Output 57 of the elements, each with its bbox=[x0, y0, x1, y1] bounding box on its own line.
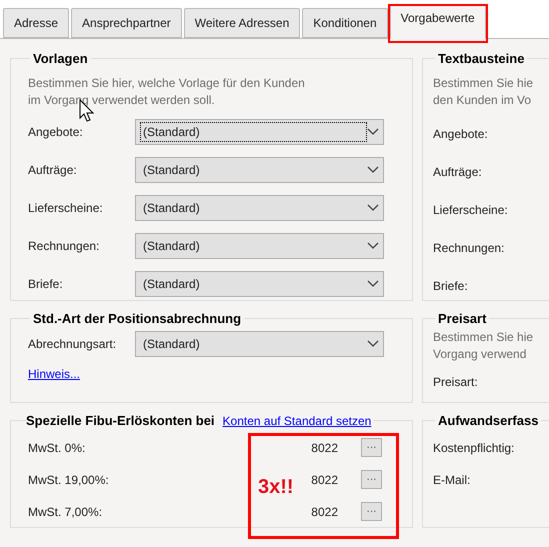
field-label: Aufträge: bbox=[433, 164, 483, 180]
description-text: Bestimmen Sie hie Vorgang verwend bbox=[433, 328, 534, 362]
field-label: Aufträge: bbox=[28, 162, 78, 178]
hint-link[interactable]: Hinweis... bbox=[28, 364, 80, 382]
account-value: 8022 bbox=[311, 504, 338, 520]
chevron-down-icon bbox=[367, 204, 379, 212]
dropdown[interactable]: (Standard) bbox=[135, 118, 384, 144]
browse-button[interactable]: ··· bbox=[361, 438, 382, 457]
section-title: Aufwandserfass bbox=[438, 413, 538, 428]
field-label: MwSt. 0%: bbox=[28, 440, 86, 456]
section-title: Spezielle Fibu-Erlöskonten bei bbox=[26, 412, 215, 430]
field-label: Preisart: bbox=[433, 374, 479, 390]
field-label: MwSt. 7,00%: bbox=[28, 504, 104, 520]
dropdown-value: (Standard) bbox=[140, 122, 367, 142]
field-label: Kostenpflichtig: bbox=[433, 440, 516, 456]
chevron-down-icon bbox=[367, 280, 379, 288]
browse-button[interactable]: ··· bbox=[361, 502, 382, 521]
tab[interactable]: Konditionen bbox=[302, 8, 388, 38]
field-label: Rechnungen: bbox=[433, 240, 506, 256]
field-label: Rechnungen: bbox=[28, 238, 100, 254]
field-label: Lieferscheine: bbox=[433, 202, 509, 218]
section-title: Std.-Art der Positionsabrechnung bbox=[33, 311, 242, 326]
field-label: MwSt. 19,00%: bbox=[28, 472, 110, 488]
dropdown-value: (Standard) bbox=[142, 200, 201, 216]
dropdown[interactable]: (Standard) bbox=[135, 232, 384, 258]
dropdown-value: (Standard) bbox=[142, 336, 201, 352]
field-label: E-Mail: bbox=[433, 472, 472, 488]
chevron-down-icon bbox=[367, 340, 379, 348]
dropdown-value: (Standard) bbox=[142, 162, 201, 178]
reset-link[interactable]: Konten auf Standard setzen bbox=[222, 412, 372, 430]
account-value: 8022 bbox=[311, 440, 338, 456]
field-label: Abrechnungsart: bbox=[28, 336, 118, 352]
chevron-down-icon bbox=[367, 242, 379, 250]
tab[interactable]: Adresse bbox=[3, 8, 70, 38]
section-title: Preisart bbox=[438, 311, 486, 326]
dropdown-value: (Standard) bbox=[142, 238, 201, 254]
chevron-down-icon bbox=[367, 166, 379, 174]
dropdown[interactable]: (Standard) bbox=[135, 194, 384, 220]
dropdown[interactable]: (Standard) bbox=[135, 156, 384, 182]
browse-button[interactable]: ··· bbox=[361, 470, 382, 489]
tab[interactable]: Ansprechpartner bbox=[71, 8, 182, 38]
field-label: Angebote: bbox=[433, 126, 489, 142]
account-value: 8022 bbox=[311, 472, 338, 488]
dropdown-value: (Standard) bbox=[142, 276, 201, 292]
dropdown[interactable]: (Standard) bbox=[135, 330, 384, 356]
tab[interactable]: Vorgabewerte bbox=[390, 5, 486, 39]
dropdown[interactable]: (Standard) bbox=[135, 270, 384, 296]
section-title: Textbausteine bbox=[438, 51, 524, 66]
section-title: Vorlagen bbox=[33, 51, 88, 66]
tab[interactable]: Weitere Adressen bbox=[184, 8, 300, 38]
field-label: Lieferscheine: bbox=[28, 200, 104, 216]
field-label: Briefe: bbox=[433, 278, 469, 294]
annotation-text: 3x!! bbox=[258, 474, 294, 498]
description-text: Bestimmen Sie hie den Kunden im Vo bbox=[433, 74, 534, 108]
field-label: Briefe: bbox=[28, 276, 64, 292]
field-label: Angebote: bbox=[28, 124, 84, 140]
chevron-down-icon bbox=[367, 128, 379, 136]
